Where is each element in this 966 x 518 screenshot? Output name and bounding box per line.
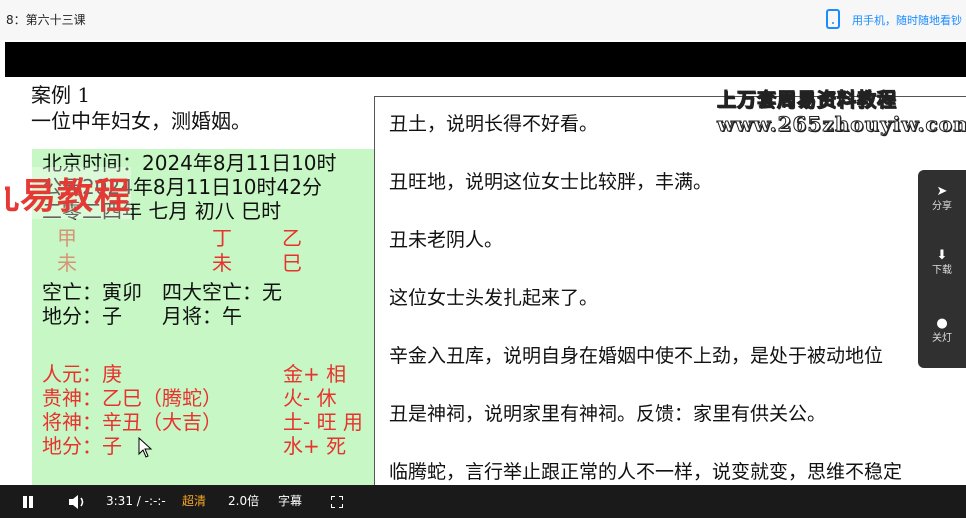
share-label: 分享 — [932, 201, 952, 212]
watermark-title: 上万套周易资料教程 — [716, 89, 898, 112]
chart-line: 地分：子 月将：午 — [42, 304, 242, 328]
lesson-title: 8：第六十三课 — [6, 13, 86, 27]
volume-icon[interactable] — [67, 494, 87, 510]
phone-icon[interactable] — [826, 9, 840, 29]
download-icon: ⬇ — [936, 248, 948, 263]
shen-row-right: 土- 旺 用 — [283, 410, 363, 434]
shen-row-left: 地分：子 — [42, 434, 122, 458]
explanation-panel: 丑土，说明长得不好看。 丑旺地，说明这位女士比较胖，丰满。 丑未老阴人。 这位女… — [374, 96, 966, 485]
explanation-line: 临腾蛇，言行举止跟正常的人不一样，说变就变，思维不稳定 — [389, 461, 903, 483]
download-button[interactable]: ⬇ 下载 — [918, 248, 966, 278]
video-frame-slide: 案例 1 一位中年妇女，测婚姻。 北京时间：2024年8月11日10时 公元20… — [5, 77, 966, 485]
quality-button[interactable]: 超清 — [182, 485, 206, 518]
light-label: 关灯 — [932, 333, 952, 344]
mouse-cursor-icon — [138, 437, 153, 458]
explanation-line: 丑是神祠，说明家里有神祠。反馈：家里有供关公。 — [389, 403, 827, 425]
chart-red-char: 巳 — [282, 251, 302, 275]
side-action-panel: ➤ 分享 ⬇ 下载 ● 关灯 — [918, 170, 966, 368]
subtitle-button[interactable]: 字幕 — [278, 485, 302, 518]
time-display: 3:31 / -:-:- — [106, 494, 166, 508]
download-label: 下载 — [932, 265, 952, 276]
watermark-url: www.265zhouyiw.com — [716, 112, 966, 137]
chart-red-char-partial: 甲 — [57, 226, 77, 250]
chart-red-char: 丁 — [212, 226, 232, 250]
chart-red-char-partial: 未 — [57, 251, 77, 275]
lightbulb-icon: ● — [936, 316, 948, 331]
explanation-line: 丑旺地，说明这位女士比较胖，丰满。 — [389, 171, 713, 193]
top-bar: 8：第六十三课 用手机，随时随地看钞 — [0, 0, 966, 40]
chart-line: 空亡：寅卯 四大空亡：无 — [42, 280, 282, 304]
share-button[interactable]: ➤ 分享 — [918, 184, 966, 214]
pause-icon[interactable] — [22, 496, 34, 508]
explanation-line: 这位女士头发扎起来了。 — [389, 287, 599, 309]
speed-button[interactable]: 2.0倍 — [228, 485, 259, 518]
explanation-line: 辛金入丑库，说明自身在婚姻中使不上劲，是处于被动地位 — [389, 345, 884, 367]
site-watermark: 上万套周易资料教程 www.265zhouyiw.com — [716, 88, 966, 137]
video-player[interactable]: 案例 1 一位中年妇女，测婚姻。 北京时间：2024年8月11日10时 公元20… — [5, 42, 966, 485]
case-title: 案例 1 — [31, 83, 91, 107]
explanation-line: 丑未老阴人。 — [389, 229, 504, 251]
shen-row-right: 水+ 死 — [283, 434, 347, 458]
shen-row-right: 火- 休 — [283, 386, 337, 410]
explanation-line: 丑土，说明长得不好看。 — [389, 113, 599, 135]
chart-red-char: 未 — [212, 251, 232, 275]
shen-row-left: 将神：辛丑（大吉） — [42, 410, 222, 434]
share-icon: ➤ — [936, 184, 948, 199]
shen-row-left: 人元：庚 — [42, 362, 122, 386]
player-control-bar: 3:31 / -:-:- 超清 2.0倍 字幕 — [0, 485, 966, 518]
light-toggle-button[interactable]: ● 关灯 — [918, 316, 966, 346]
case-description: 一位中年妇女，测婚姻。 — [31, 109, 251, 133]
shen-row-right: 金+ 相 — [283, 362, 347, 386]
phone-watch-link[interactable]: 用手机，随时随地看钞 — [852, 12, 962, 28]
jiuyi-watermark: 九易教程 — [5, 167, 132, 219]
shen-row-left: 贵神：乙巳（腾蛇） — [42, 386, 222, 410]
chart-red-char: 乙 — [282, 226, 302, 250]
fullscreen-icon[interactable] — [331, 496, 343, 508]
